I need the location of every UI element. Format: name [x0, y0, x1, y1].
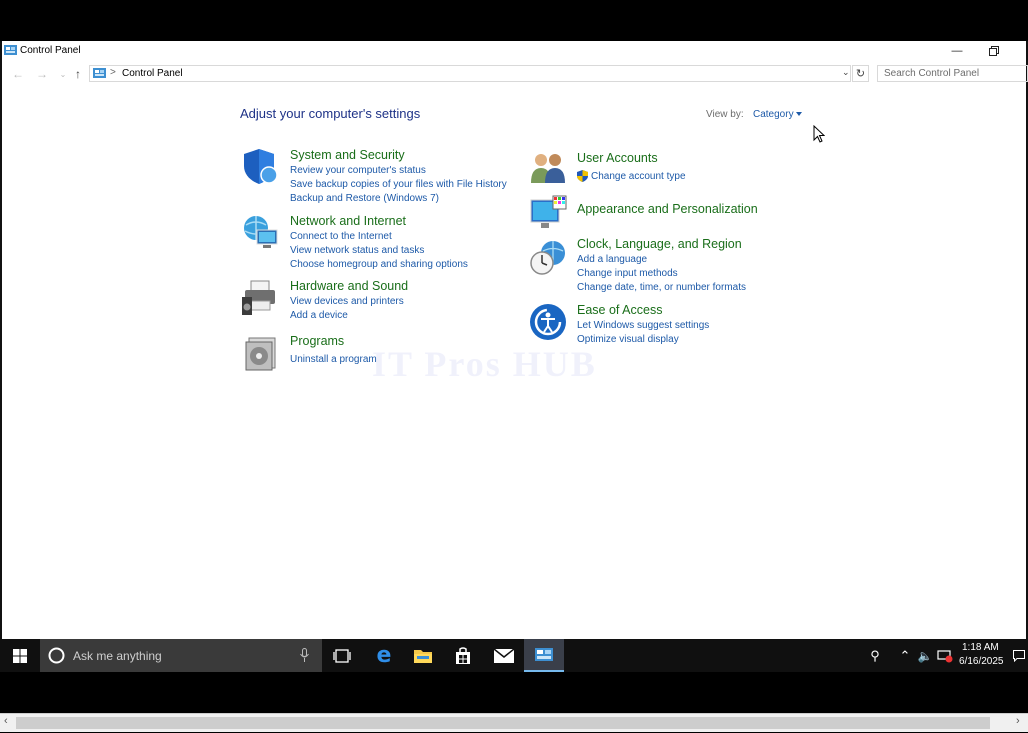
link-change-date-time-formats[interactable]: Change date, time, or number formats [577, 282, 746, 293]
window-title: Control Panel [20, 45, 81, 56]
link-change-account-type[interactable]: Change account type [591, 171, 686, 182]
view-by-label: View by: [706, 109, 744, 120]
link-homegroup[interactable]: Choose homegroup and sharing options [290, 259, 468, 270]
network-globe-icon[interactable] [241, 213, 279, 251]
cortana-search-text: Ask me anything [73, 649, 162, 663]
minimize-button[interactable]: — [942, 41, 972, 61]
back-button[interactable]: ← [9, 65, 27, 83]
address-dropdown-icon[interactable]: ⌄ [842, 67, 850, 78]
scroll-left-icon[interactable]: ‹ [4, 715, 8, 727]
category-ease-of-access[interactable]: Ease of Access [577, 303, 662, 317]
clock-button[interactable]: 1:18 AM 6/16/2025 [955, 639, 1010, 672]
category-user-accounts[interactable]: User Accounts [577, 151, 658, 165]
programs-disc-icon[interactable] [243, 334, 281, 372]
network-warning-icon [937, 649, 953, 662]
back-arrow-icon: ← [12, 67, 24, 81]
volume-button[interactable]: 🔈 [914, 639, 936, 672]
cortana-search-box[interactable]: Ask me anything [40, 639, 322, 672]
printer-speaker-icon[interactable] [241, 279, 279, 317]
store-bag-icon [456, 647, 470, 664]
notification-icon [1013, 649, 1025, 662]
link-network-status[interactable]: View network status and tasks [290, 245, 424, 256]
category-programs[interactable]: Programs [290, 334, 344, 348]
minimize-icon: — [951, 45, 963, 57]
link-devices-printers[interactable]: View devices and printers [290, 296, 404, 307]
category-hardware-and-sound[interactable]: Hardware and Sound [290, 279, 408, 293]
caret-down-icon[interactable] [796, 112, 802, 116]
view-by-dropdown[interactable]: Category [753, 109, 794, 120]
category-network-and-internet[interactable]: Network and Internet [290, 214, 406, 228]
restore-icon [989, 46, 999, 56]
people-icon: ⚲ [870, 647, 880, 663]
uac-shield-icon [577, 170, 588, 182]
search-input[interactable]: Search Control Panel [877, 65, 1028, 82]
link-uninstall-program[interactable]: Uninstall a program [290, 354, 377, 365]
navigation-bar: ← → ⌄ ↑ > Control Panel ⌄ ↻ Search Contr… [2, 61, 1028, 87]
watermark-text: IT Pros HUB [372, 344, 597, 384]
link-connect-internet[interactable]: Connect to the Internet [290, 231, 392, 242]
restore-button[interactable] [979, 41, 1009, 61]
search-placeholder: Search Control Panel [884, 68, 980, 79]
link-file-history[interactable]: Save backup copies of your files with Fi… [290, 179, 507, 190]
control-panel-window: Control Panel — ← → ⌄ ↑ > Control Panel … [0, 41, 1028, 639]
show-hidden-icons-button[interactable]: ⌃ [894, 639, 916, 672]
chevron-up-icon: ⌃ [899, 647, 911, 663]
forward-button[interactable]: → [33, 65, 51, 83]
link-change-input-methods[interactable]: Change input methods [577, 268, 678, 279]
forward-arrow-icon: → [36, 67, 48, 81]
category-appearance-and-personalization[interactable]: Appearance and Personalization [577, 202, 758, 216]
start-button[interactable] [0, 639, 40, 672]
people-button[interactable]: ⚲ [856, 639, 894, 672]
page-title: Adjust your computer's settings [240, 106, 421, 121]
taskbar-store[interactable] [443, 639, 483, 672]
up-button[interactable]: ↑ [69, 65, 87, 83]
monitor-palette-icon[interactable] [529, 194, 567, 232]
address-bar[interactable]: > Control Panel ⌄ [89, 65, 851, 82]
chevron-down-icon: ⌄ [59, 69, 67, 79]
microphone-icon[interactable] [300, 648, 309, 663]
refresh-button[interactable]: ↻ [852, 65, 869, 82]
mail-icon [494, 648, 514, 663]
category-system-and-security[interactable]: System and Security [290, 148, 405, 162]
mouse-cursor-icon [813, 125, 825, 143]
speaker-icon: 🔈 [917, 648, 933, 663]
taskbar: Ask me anything e ⚲ ⌃ 🔈 1:18 AM 6/16/202… [0, 639, 1028, 672]
title-bar[interactable]: Control Panel — [2, 41, 1026, 61]
users-icon[interactable] [529, 149, 567, 187]
taskbar-file-explorer[interactable] [403, 639, 443, 672]
horizontal-scrollbar[interactable]: ‹ › [0, 713, 1028, 732]
control-panel-icon [535, 648, 553, 661]
refresh-icon: ↻ [855, 68, 866, 80]
clock-globe-icon[interactable] [529, 239, 567, 277]
scroll-right-icon[interactable]: › [1016, 715, 1020, 727]
windows-logo-icon [13, 648, 27, 663]
task-view-button[interactable] [322, 639, 362, 672]
up-arrow-icon: ↑ [75, 67, 81, 81]
control-panel-icon [4, 45, 17, 55]
network-button[interactable] [934, 639, 956, 672]
clock-date: 6/16/2025 [959, 656, 1004, 667]
taskbar-edge[interactable]: e [364, 639, 404, 672]
ease-of-access-icon[interactable] [529, 303, 567, 341]
edge-icon: e [376, 643, 392, 668]
task-view-icon [333, 648, 351, 663]
cortana-icon [48, 647, 65, 664]
category-clock-language-region[interactable]: Clock, Language, and Region [577, 237, 742, 251]
link-add-device[interactable]: Add a device [290, 310, 348, 321]
action-center-button[interactable] [1010, 639, 1028, 672]
breadcrumb-separator[interactable]: > [110, 67, 116, 78]
link-review-computer-status[interactable]: Review your computer's status [290, 165, 426, 176]
link-backup-restore[interactable]: Backup and Restore (Windows 7) [290, 193, 439, 204]
link-suggest-settings[interactable]: Let Windows suggest settings [577, 320, 709, 331]
taskbar-mail[interactable] [484, 639, 524, 672]
clock-time: 1:18 AM [962, 642, 999, 653]
taskbar-control-panel[interactable] [524, 639, 564, 672]
scrollbar-thumb[interactable] [16, 717, 990, 729]
shield-icon[interactable] [241, 147, 279, 185]
link-add-language[interactable]: Add a language [577, 254, 647, 265]
folder-icon [414, 650, 432, 663]
breadcrumb-control-panel[interactable]: Control Panel [122, 68, 183, 79]
control-panel-icon [93, 68, 106, 78]
